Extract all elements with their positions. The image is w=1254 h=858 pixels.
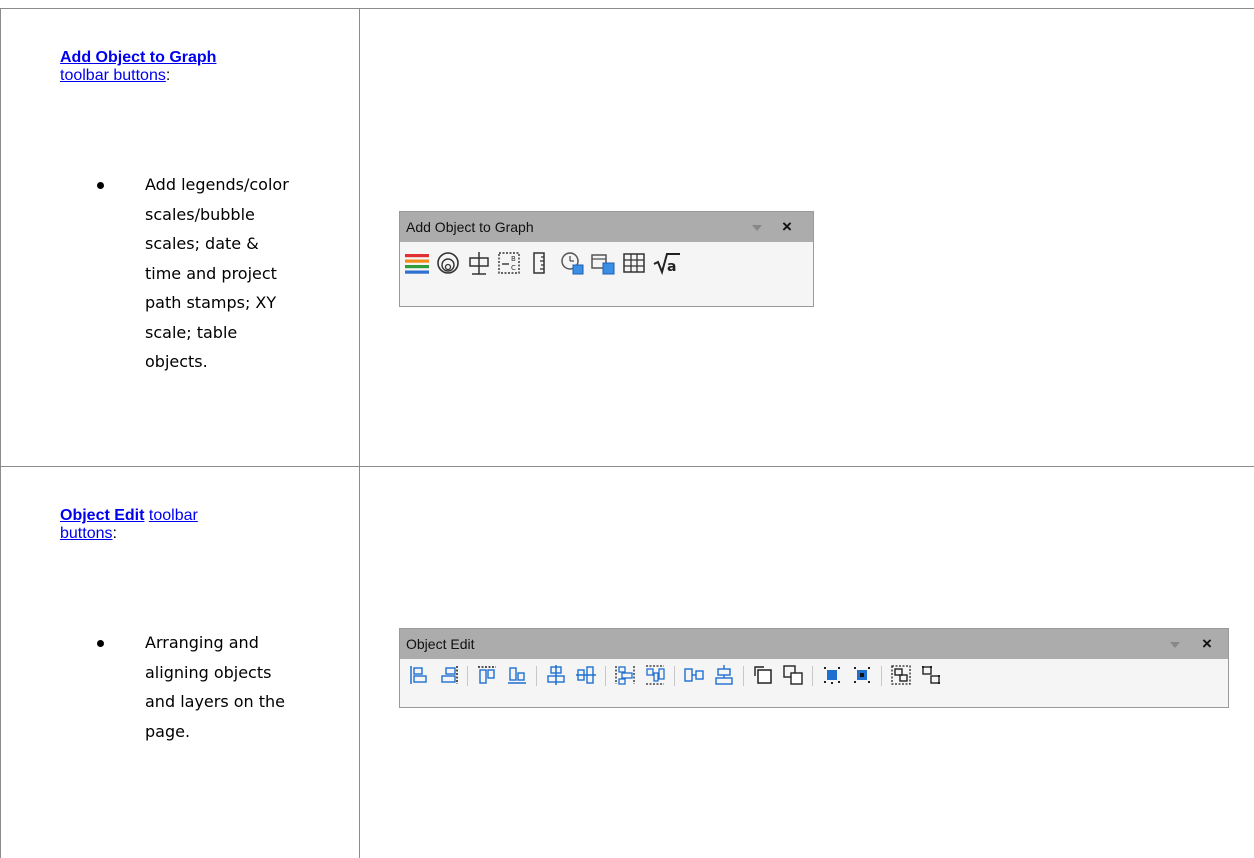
row2-description: Object Edit toolbar buttons:	[60, 507, 340, 543]
svg-text:a: a	[667, 259, 676, 275]
align-horizontal-center-icon[interactable]	[575, 664, 597, 686]
object-edit-toolbar: Object Edit ×	[399, 628, 1229, 708]
bullet-line: aligning objects	[145, 662, 272, 682]
same-width-icon[interactable]	[683, 664, 705, 686]
align-bottom-icon[interactable]	[506, 664, 528, 686]
align-vertical-center-icon[interactable]	[545, 664, 567, 686]
bullet-icon	[97, 640, 104, 647]
legend-icon[interactable]	[404, 250, 430, 276]
bullet-line: page.	[145, 721, 191, 741]
bring-to-front-icon[interactable]	[752, 664, 774, 686]
toolbar-button-row	[400, 659, 1228, 707]
toolbar-title: Add Object to Graph	[406, 219, 534, 235]
toolbar-link[interactable]: toolbar	[149, 507, 198, 524]
align-left-icon[interactable]	[408, 664, 430, 686]
buttons-link[interactable]: buttons	[60, 525, 112, 542]
toolbar-title: Object Edit	[406, 636, 475, 652]
toolbar-options-dropdown-icon[interactable]	[752, 225, 762, 231]
toolbar-title-bar[interactable]: Object Edit ×	[400, 629, 1228, 659]
svg-text:C: C	[511, 264, 516, 272]
toolbar-title-bar[interactable]: Add Object to Graph ×	[400, 212, 813, 242]
bullet-line: scale; table	[145, 322, 238, 342]
bubble-scale-icon[interactable]	[466, 250, 492, 276]
color-scale-icon[interactable]	[435, 250, 461, 276]
toolbar-separator	[674, 666, 675, 686]
toolbar-separator	[536, 666, 537, 686]
table-column-divider	[359, 8, 360, 858]
svg-text:B: B	[511, 255, 516, 263]
toolbar-separator	[743, 666, 744, 686]
toolbar-button-row: B C a	[400, 242, 813, 306]
toolbar-separator	[812, 666, 813, 686]
send-to-back-icon[interactable]	[782, 664, 804, 686]
colon-text: :	[165, 67, 171, 84]
ungroup-icon[interactable]	[920, 664, 942, 686]
toolbar-separator	[605, 666, 606, 686]
equation-icon[interactable]: a	[652, 250, 682, 276]
toolbar-buttons-link[interactable]: toolbar buttons	[60, 67, 166, 84]
add-object-to-graph-link[interactable]: Add Object to Graph	[60, 49, 216, 66]
add-object-to-graph-toolbar: Add Object to Graph × B C a	[399, 211, 814, 307]
project-path-stamp-icon[interactable]	[590, 250, 616, 276]
toolbar-close-button[interactable]: ×	[1202, 634, 1212, 654]
date-time-stamp-icon[interactable]	[559, 250, 585, 276]
table-border-top	[0, 8, 1254, 9]
row1-description: Add Object to Graph toolbar buttons:	[60, 49, 340, 85]
distribute-horizontal-icon[interactable]	[644, 664, 666, 686]
row1-bullet-item: Add legends/color scales/bubble scales; …	[97, 170, 317, 410]
group-icon[interactable]	[890, 664, 912, 686]
table-border-left	[0, 8, 1, 858]
bullet-line: and layers on the	[145, 692, 286, 711]
bullet-line: scales; date &	[145, 234, 259, 253]
toolbar-close-button[interactable]: ×	[782, 217, 792, 237]
table-icon[interactable]	[621, 250, 647, 276]
object-edit-link[interactable]: Object Edit	[60, 507, 144, 524]
bullet-line: path stamps; XY	[145, 293, 277, 312]
same-height-icon[interactable]	[713, 664, 735, 686]
toolbar-options-dropdown-icon[interactable]	[1170, 642, 1180, 648]
align-right-icon[interactable]	[438, 664, 460, 686]
table-row-divider	[0, 466, 1254, 467]
bullet-line: objects.	[145, 352, 208, 371]
align-top-icon[interactable]	[476, 664, 498, 686]
bring-forward-icon[interactable]	[821, 664, 843, 686]
bullet-line: scales/bubble	[145, 204, 255, 224]
bullet-line: Add legends/color	[145, 175, 289, 194]
bullet-line: time and project	[145, 263, 277, 283]
colon-text: :	[112, 525, 117, 542]
bullet-icon	[97, 182, 104, 189]
xy-scale-icon[interactable]	[528, 250, 554, 276]
row1-bullet-text: Add legends/color scales/bubble scales; …	[145, 170, 317, 377]
toolbar-separator	[881, 666, 882, 686]
row2-bullet-text: Arranging and aligning objects and layer…	[145, 628, 317, 746]
distribute-vertical-icon[interactable]	[614, 664, 636, 686]
bullet-line: Arranging and	[145, 633, 259, 652]
row2-bullet-item: Arranging and aligning objects and layer…	[97, 628, 317, 748]
send-backward-icon[interactable]	[851, 664, 873, 686]
toolbar-separator	[467, 666, 468, 686]
scale-bar-icon[interactable]: B C	[497, 250, 523, 276]
